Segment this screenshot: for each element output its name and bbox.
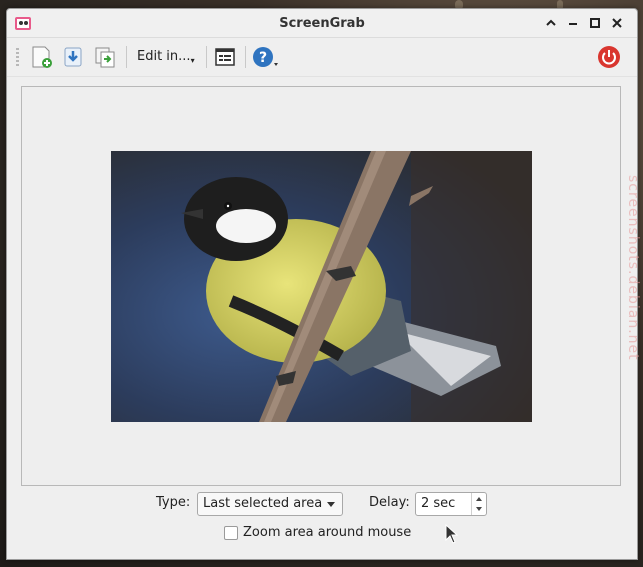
spin-arrows-icon[interactable] (472, 493, 486, 515)
save-icon[interactable] (61, 45, 85, 69)
power-icon[interactable] (597, 45, 621, 69)
screenshot-preview (21, 86, 621, 486)
type-combobox[interactable]: Last selected area (197, 492, 343, 516)
type-label: Type: (156, 495, 191, 510)
maximize-icon[interactable] (587, 15, 603, 31)
delay-value: 2 sec (421, 496, 456, 511)
title-bar[interactable]: ScreenGrab (7, 9, 637, 38)
delay-label: Delay: (369, 495, 410, 510)
screenshot-thumbnail[interactable] (111, 151, 532, 422)
chevron-down-icon (327, 502, 335, 507)
delay-spinbox[interactable]: 2 sec (415, 492, 487, 516)
type-value: Last selected area (203, 496, 323, 511)
capture-controls: Type: Last selected area Delay: 2 sec Zo… (7, 489, 637, 549)
toolbar-grip[interactable] (16, 48, 19, 66)
chevron-down-icon: ▾ (190, 56, 195, 65)
zoom-label: Zoom area around mouse (243, 525, 412, 540)
new-screenshot-icon[interactable] (30, 45, 54, 69)
toolbar: Edit in...▾ ? (7, 38, 637, 77)
copy-to-clipboard-icon[interactable] (93, 45, 117, 69)
edit-in-label: Edit in... (137, 49, 191, 64)
toolbar-separator (206, 46, 207, 68)
toolbar-separator (126, 46, 127, 68)
toolbar-separator (245, 46, 246, 68)
close-icon[interactable] (609, 15, 625, 31)
options-icon[interactable] (213, 45, 237, 69)
edit-in-button[interactable]: Edit in...▾ (137, 49, 195, 65)
delay-spin-buttons (471, 493, 486, 515)
help-icon[interactable]: ? (251, 45, 281, 69)
minimize-icon[interactable] (565, 15, 581, 31)
watermark: screenshots.debian.net (625, 175, 641, 361)
shade-icon[interactable] (543, 15, 559, 31)
zoom-checkbox[interactable] (224, 526, 238, 540)
mouse-cursor-icon (445, 524, 459, 544)
screengrab-window: ScreenGrab Edit in...▾ ? Type: Last sele… (6, 8, 638, 560)
svg-text:?: ? (259, 50, 267, 66)
